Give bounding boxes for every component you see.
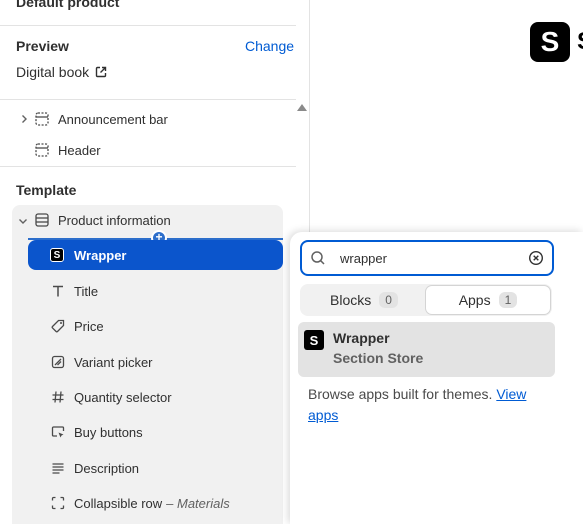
external-link-icon [95,66,107,78]
section-announcement-bar[interactable]: Announcement bar [34,105,168,133]
section-icon [34,212,50,228]
browse-apps-label: Browse apps built for themes. [308,386,493,402]
divider [0,99,296,100]
preview-label: Preview [16,38,69,54]
search-icon [311,251,325,265]
block-collapsible-row[interactable]: Collapsible row – Materials [50,493,230,513]
change-preview-link[interactable]: Change [245,38,294,54]
block-buy-buttons[interactable]: Buy buttons [50,422,143,442]
divider [0,166,296,167]
text-lines-icon [50,460,66,476]
block-label: Title [74,283,99,299]
block-variant-picker[interactable]: Variant picker [50,352,153,372]
block-wrapper[interactable]: S Wrapper [28,240,283,270]
search-result-wrapper[interactable]: S Wrapper Section Store [298,322,555,377]
section-product-information[interactable]: Product information [34,206,171,234]
preview-product-name: Digital book [16,64,90,80]
block-quantity-selector[interactable]: Quantity selector [50,387,172,407]
template-label: Template [16,182,77,198]
browse-apps-text: Browse apps built for themes. View apps [308,384,548,426]
section-label: Announcement bar [58,111,168,127]
collapsible-row-icon [50,495,66,511]
block-label: Description [74,460,140,476]
store-logo-icon: S [530,22,570,62]
chevron-down-icon[interactable] [16,214,30,228]
block-price[interactable]: Price [50,316,104,336]
result-subtitle: Section Store [333,350,424,366]
block-title[interactable]: Title [50,281,98,301]
count-badge: 1 [498,292,518,308]
scroll-up-arrow[interactable] [297,104,307,111]
tab-label: Apps [458,292,491,308]
count-badge: 0 [379,292,398,308]
block-label: Buy buttons [74,424,143,440]
block-label: Collapsible row [74,495,163,511]
section-label: Header [58,142,101,158]
search-input[interactable] [340,250,528,266]
block-type-tabs: Blocks 0 Apps 1 [300,284,552,316]
block-label-suffix: – Materials [166,495,230,511]
price-tag-icon [50,318,66,334]
editor-sidebar: Default product Preview Change Digital b… [0,0,310,524]
section-icon [34,142,50,158]
section-icon [34,111,50,127]
block-label: Variant picker [74,354,153,370]
app-s-logo-icon: S [304,330,324,350]
block-description[interactable]: Description [50,458,139,478]
clear-search-icon[interactable] [528,250,544,266]
divider [0,25,296,26]
add-block-popover: Blocks 0 Apps 1 S Wrapper Section Store … [290,232,583,524]
product-title: Default product [16,0,120,10]
tab-apps[interactable]: Apps 1 [426,286,550,314]
product-information-children-bg [12,235,283,524]
button-cursor-icon [50,424,66,440]
section-header[interactable]: Header [34,136,101,164]
chevron-right-icon[interactable] [17,112,31,126]
variant-picker-icon [50,354,66,370]
hash-icon [50,389,66,405]
result-text: Wrapper Section Store [333,330,423,366]
tab-label: Blocks [330,292,372,308]
app-s-logo-icon: S [50,248,64,262]
section-label: Product information [58,212,171,228]
block-label: Quantity selector [74,389,172,405]
text-t-icon [50,283,66,299]
search-field[interactable] [300,240,554,276]
result-title: Wrapper [333,330,390,346]
tab-blocks[interactable]: Blocks 0 [302,286,426,314]
block-label: Price [74,318,104,334]
store-name: S [577,28,583,56]
block-label: Wrapper [74,247,127,263]
preview-product[interactable]: Digital book [16,64,107,80]
